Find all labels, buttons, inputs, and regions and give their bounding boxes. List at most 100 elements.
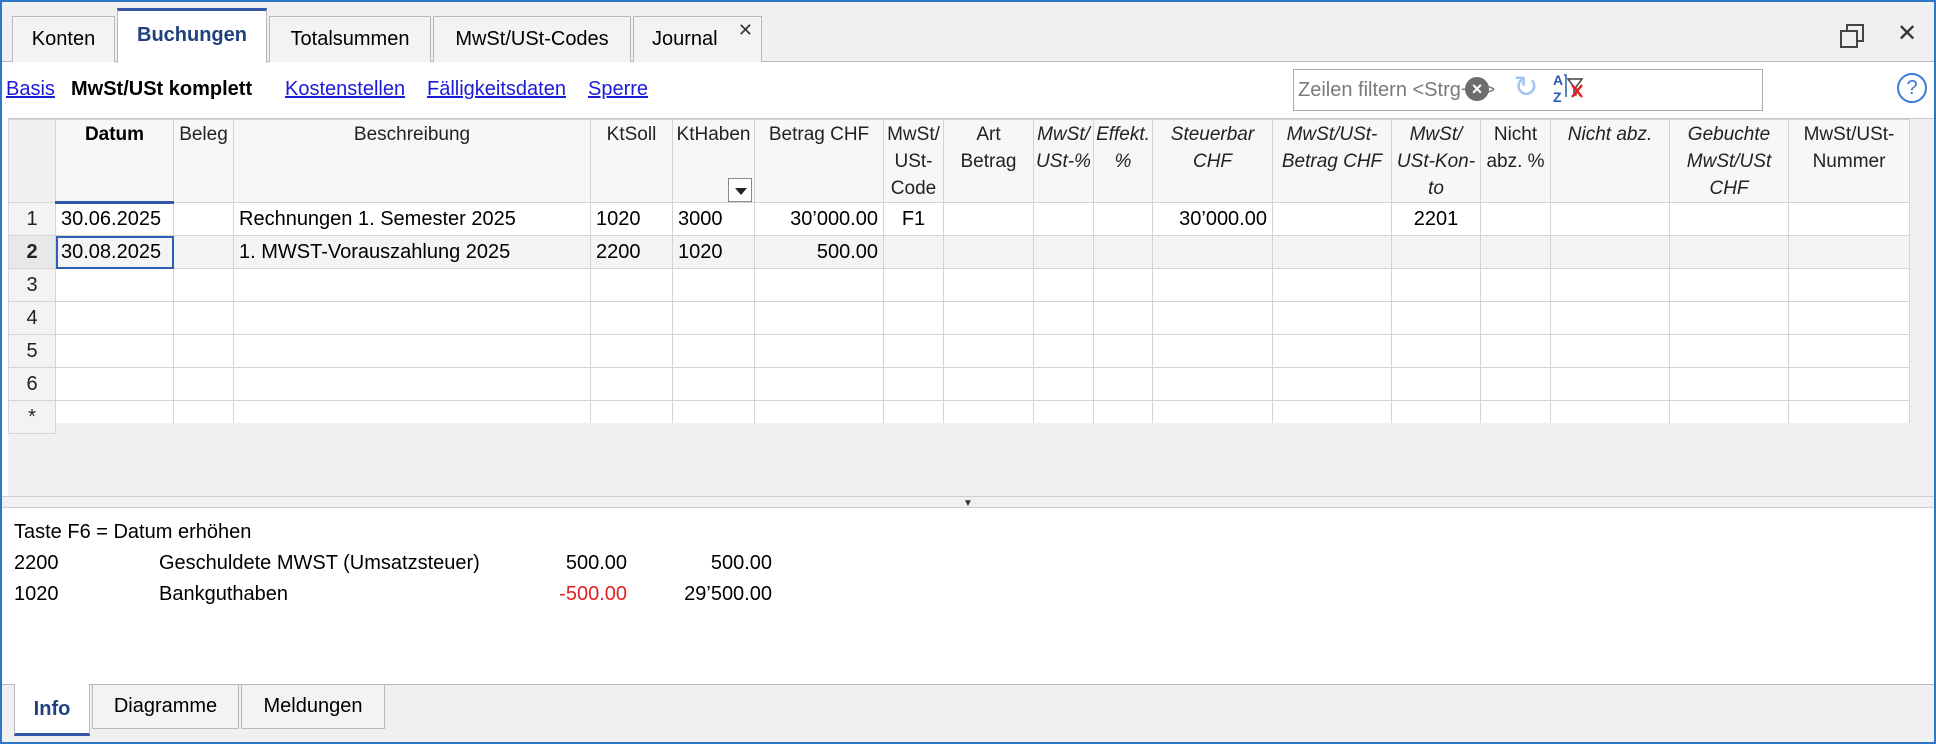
row-number[interactable]: 4 bbox=[8, 301, 56, 335]
cell-kthaben[interactable] bbox=[672, 268, 755, 302]
cell-mwst-ust-prozent[interactable] bbox=[1033, 235, 1094, 269]
cell-nicht-abz[interactable] bbox=[1550, 334, 1670, 368]
cell-mwst-ust-konto[interactable] bbox=[1391, 268, 1481, 302]
cell-gebuchte-mwst-ust-chf[interactable] bbox=[1669, 301, 1789, 335]
cell-beleg[interactable] bbox=[173, 334, 234, 368]
cell-beleg[interactable] bbox=[173, 202, 234, 236]
tab-diagramme[interactable]: Diagramme bbox=[92, 685, 239, 729]
cell-effekt-prozent[interactable] bbox=[1093, 334, 1153, 368]
cell-datum[interactable] bbox=[55, 301, 174, 335]
column-header-mwst-ust-prozent[interactable]: MwSt/ USt-% bbox=[1033, 119, 1094, 203]
cell-nicht-abz[interactable] bbox=[1550, 301, 1670, 335]
cell-gebuchte-mwst-ust-chf[interactable] bbox=[1669, 367, 1789, 401]
cell-nicht-abz[interactable] bbox=[1550, 268, 1670, 302]
cell-betrag-chf[interactable] bbox=[754, 301, 884, 335]
table-row[interactable]: 2 30.08.2025 1. MWST-Vorauszahlung 2025 220… bbox=[8, 235, 1910, 269]
cell-beleg[interactable] bbox=[173, 235, 234, 269]
cell-kthaben[interactable] bbox=[672, 301, 755, 335]
cell-beschreibung[interactable]: Rechnungen 1. Semester 2025 bbox=[233, 202, 591, 236]
cell-mwst-ust-betrag-chf[interactable] bbox=[1272, 367, 1392, 401]
cell-ktsoll[interactable]: 2200 bbox=[590, 235, 673, 269]
tab-journal[interactable]: Journal ✕ bbox=[633, 16, 762, 62]
corner-cell[interactable] bbox=[8, 119, 56, 203]
cell-ktsoll[interactable] bbox=[590, 367, 673, 401]
cell-art-betrag[interactable] bbox=[943, 334, 1034, 368]
column-header-kthaben[interactable]: KtHaben bbox=[672, 119, 755, 203]
cell-beschreibung[interactable]: 1. MWST-Vorauszahlung 2025 bbox=[233, 235, 591, 269]
tab-buchungen[interactable]: Buchungen bbox=[117, 8, 267, 63]
cell-mwst-ust-code[interactable]: F1 bbox=[883, 202, 944, 236]
cell-mwst-ust-betrag-chf[interactable] bbox=[1272, 235, 1392, 269]
cell-mwst-ust-betrag-chf[interactable] bbox=[1272, 268, 1392, 302]
column-header-betrag-chf[interactable]: Betrag CHF bbox=[754, 119, 884, 203]
cell-mwst-ust-code[interactable] bbox=[883, 235, 944, 269]
cell-beschreibung[interactable] bbox=[233, 367, 591, 401]
cell-mwst-ust-prozent[interactable] bbox=[1033, 268, 1094, 302]
cell-gebuchte-mwst-ust-chf[interactable] bbox=[1669, 202, 1789, 236]
cell-datum[interactable] bbox=[55, 268, 174, 302]
tab-totalsummen[interactable]: Totalsummen bbox=[269, 16, 431, 62]
cell-ktsoll[interactable] bbox=[590, 268, 673, 302]
table-row[interactable]: 1 30.06.2025 Rechnungen 1. Semester 2025 10… bbox=[8, 202, 1910, 236]
panel-splitter[interactable]: ▼ bbox=[2, 496, 1934, 509]
cell-beleg[interactable] bbox=[173, 367, 234, 401]
tab-mwst-ust-codes[interactable]: MwSt/USt-Codes bbox=[433, 16, 631, 62]
cell-mwst-ust-konto[interactable] bbox=[1391, 334, 1481, 368]
cell-mwst-ust-nummer[interactable] bbox=[1788, 334, 1910, 368]
dropdown-icon[interactable] bbox=[728, 178, 752, 202]
cell-kthaben[interactable] bbox=[672, 334, 755, 368]
tab-konten[interactable]: Konten bbox=[12, 16, 115, 62]
cell-mwst-ust-nummer[interactable] bbox=[1788, 235, 1910, 269]
cell-nicht-abz-prozent[interactable] bbox=[1480, 301, 1551, 335]
cell-betrag-chf[interactable] bbox=[754, 268, 884, 302]
cell-art-betrag[interactable] bbox=[943, 202, 1034, 236]
cell-ktsoll[interactable]: 1020 bbox=[590, 202, 673, 236]
cell-mwst-ust-code[interactable] bbox=[883, 334, 944, 368]
column-header-beschreibung[interactable]: Beschreibung bbox=[233, 119, 591, 203]
cell-mwst-ust-prozent[interactable] bbox=[1033, 334, 1094, 368]
restore-icon[interactable] bbox=[1840, 24, 1864, 48]
column-header-effekt-prozent[interactable]: Effekt. % bbox=[1093, 119, 1153, 203]
cell-steuerbar-chf[interactable] bbox=[1152, 235, 1273, 269]
view-link-faelligkeitsdaten[interactable]: Fälligkeitsdaten bbox=[427, 78, 566, 101]
row-number[interactable]: 5 bbox=[8, 334, 56, 368]
cell-datum[interactable]: 30.06.2025 bbox=[55, 202, 174, 236]
clear-icon[interactable]: × bbox=[1465, 77, 1489, 101]
table-row[interactable]: 3 bbox=[8, 268, 1910, 302]
cell-beschreibung[interactable] bbox=[233, 301, 591, 335]
tab-meldungen[interactable]: Meldungen bbox=[241, 685, 385, 729]
column-header-art-betrag[interactable]: Art Betrag bbox=[943, 119, 1034, 203]
cell-mwst-ust-konto[interactable]: 2201 bbox=[1391, 202, 1481, 236]
cell-datum[interactable] bbox=[55, 334, 174, 368]
cell-ktsoll[interactable] bbox=[590, 334, 673, 368]
cell-mwst-ust-betrag-chf[interactable] bbox=[1272, 301, 1392, 335]
cell-beleg[interactable] bbox=[173, 268, 234, 302]
cell-mwst-ust-nummer[interactable] bbox=[1788, 367, 1910, 401]
cell-betrag-chf[interactable]: 30’000.00 bbox=[754, 202, 884, 236]
cell-gebuchte-mwst-ust-chf[interactable] bbox=[1669, 268, 1789, 302]
help-icon[interactable]: ? bbox=[1897, 73, 1927, 103]
cell-nicht-abz-prozent[interactable] bbox=[1480, 334, 1551, 368]
row-number[interactable]: 2 bbox=[8, 235, 56, 269]
cell-mwst-ust-code[interactable] bbox=[883, 301, 944, 335]
table-row[interactable]: 4 bbox=[8, 301, 1910, 335]
view-link-sperre[interactable]: Sperre bbox=[588, 78, 648, 101]
refresh-icon[interactable]: ↻ bbox=[1510, 72, 1542, 104]
cell-mwst-ust-konto[interactable] bbox=[1391, 235, 1481, 269]
cell-art-betrag[interactable] bbox=[943, 301, 1034, 335]
close-icon[interactable]: ✕ bbox=[1895, 22, 1919, 46]
view-link-kostenstellen[interactable]: Kostenstellen bbox=[285, 78, 405, 101]
row-number[interactable]: 3 bbox=[8, 268, 56, 302]
cell-gebuchte-mwst-ust-chf[interactable] bbox=[1669, 334, 1789, 368]
column-header-gebuchte-mwst-ust-chf[interactable]: Gebuchte MwSt/USt CHF bbox=[1669, 119, 1789, 203]
cell-nicht-abz-prozent[interactable] bbox=[1480, 367, 1551, 401]
cell-mwst-ust-code[interactable] bbox=[883, 268, 944, 302]
cell-ktsoll[interactable] bbox=[590, 301, 673, 335]
cell-steuerbar-chf[interactable] bbox=[1152, 367, 1273, 401]
cell-datum[interactable]: 30.08.2025 bbox=[55, 235, 174, 269]
column-header-datum[interactable]: Datum bbox=[55, 119, 174, 204]
cell-nicht-abz[interactable] bbox=[1550, 367, 1670, 401]
cell-beschreibung[interactable] bbox=[233, 334, 591, 368]
cell-effekt-prozent[interactable] bbox=[1093, 301, 1153, 335]
cell-mwst-ust-konto[interactable] bbox=[1391, 301, 1481, 335]
